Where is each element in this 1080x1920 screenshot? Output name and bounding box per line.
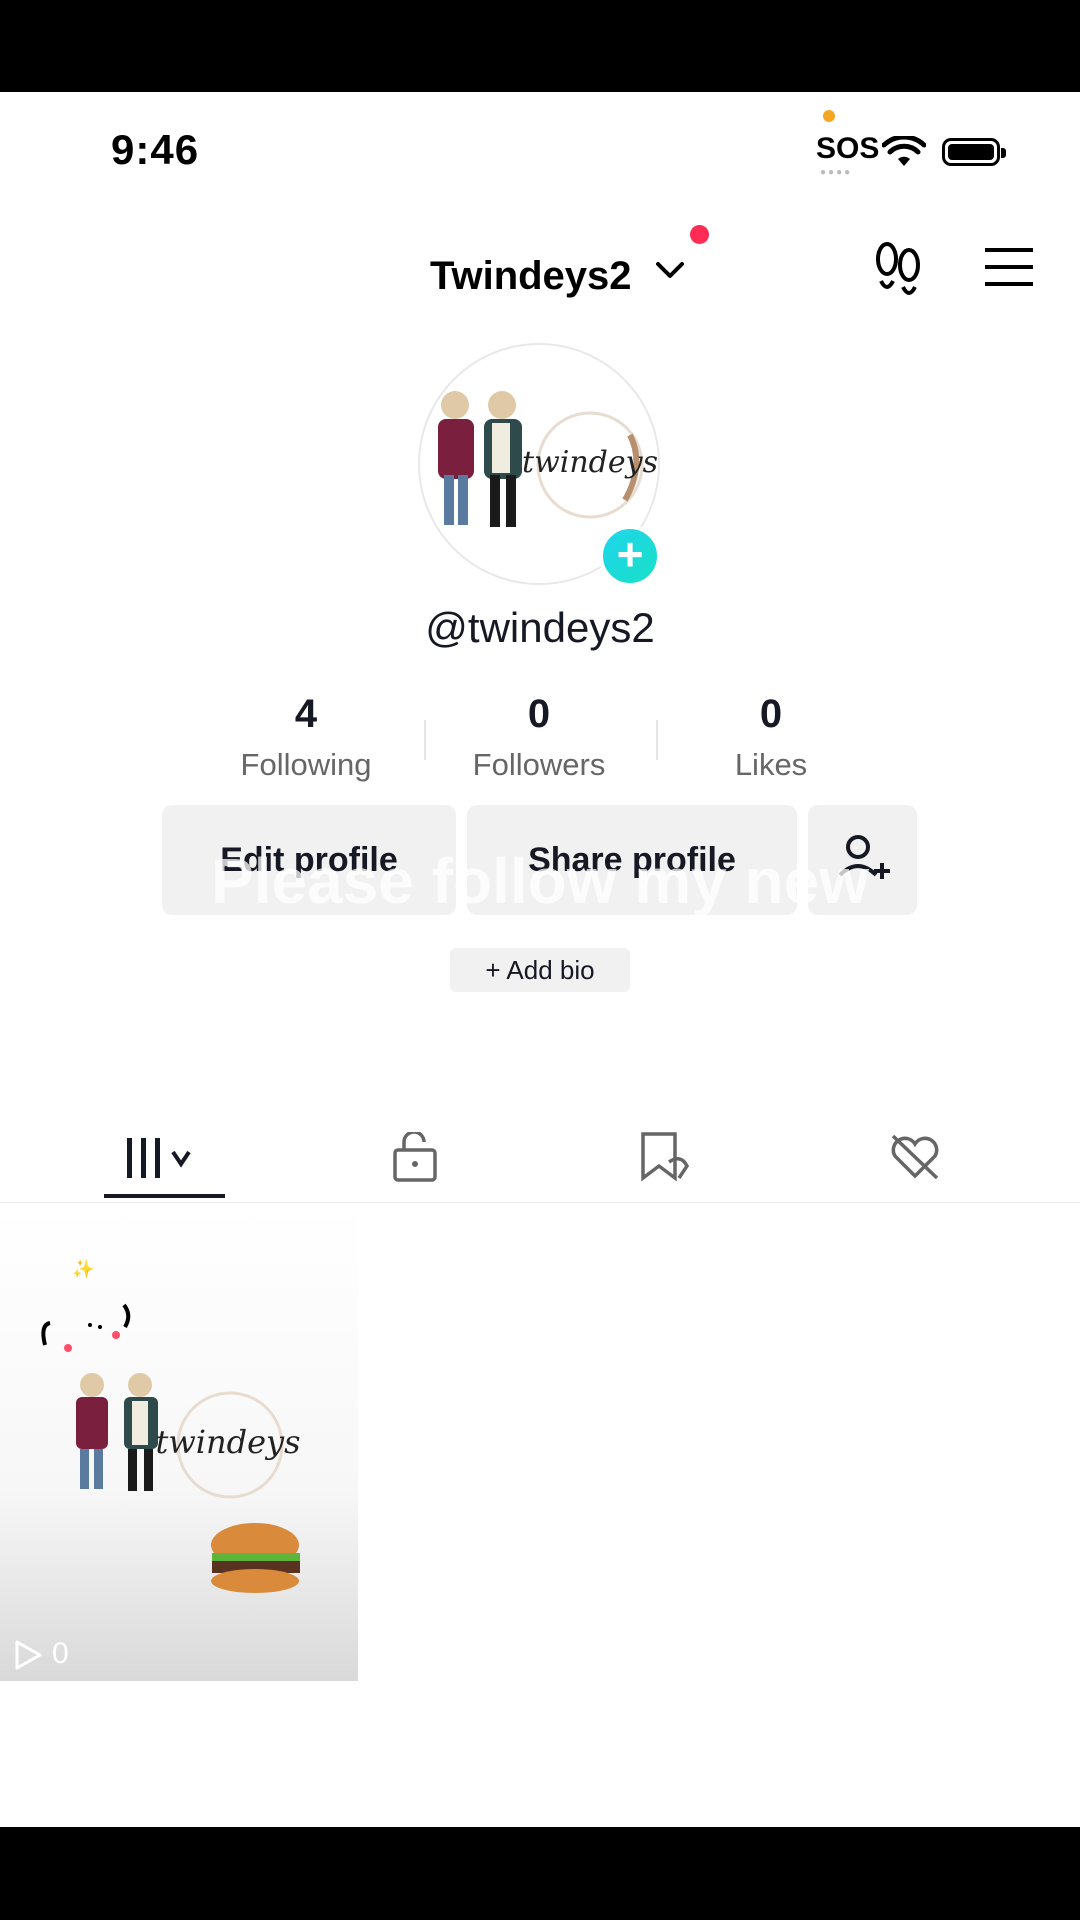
share-profile-button[interactable]: Share profile [467, 805, 797, 915]
svg-text:✨: ✨ [72, 1259, 94, 1279]
stat-divider [656, 720, 658, 760]
play-count-value: 0 [52, 1637, 69, 1670]
stat-following-label: Following [240, 747, 372, 782]
content-tabs [0, 1100, 1080, 1203]
add-bio-button[interactable]: + Add bio [450, 948, 630, 992]
videos-grid-icon [127, 1138, 191, 1178]
video-play-count: 0 [14, 1637, 69, 1671]
active-tab-indicator [104, 1194, 225, 1198]
battery-icon [942, 138, 1006, 166]
tab-videos[interactable] [105, 1100, 225, 1202]
stat-divider [424, 720, 426, 760]
tab-private[interactable] [355, 1100, 475, 1202]
bottom-letterbox [0, 1827, 1080, 1920]
liked-hidden-icon [891, 1134, 939, 1180]
bookmark-icon [641, 1132, 690, 1182]
add-avatar-button[interactable]: + [599, 525, 661, 587]
status-time: 9:46 [111, 126, 200, 173]
stat-following-value: 4 [294, 692, 318, 736]
profile-screen: 9:46 SOS ●●●● Twindeys2 twindeys + @twin… [0, 92, 1080, 1827]
thumbnail-logo-text: twindeys [155, 1423, 300, 1461]
add-friends-button[interactable] [808, 805, 917, 915]
stat-likes-value: 0 [759, 692, 783, 736]
stat-likes-label: Likes [734, 747, 808, 782]
menu-icon[interactable] [985, 248, 1033, 286]
profile-stats: 4 Following 0 Followers 0 Likes [0, 692, 1080, 802]
stat-followers-value: 0 [527, 692, 551, 736]
stat-followers[interactable]: 0 Followers [439, 692, 639, 783]
account-switcher-title[interactable]: Twindeys2 [430, 254, 632, 299]
signal-dots: ●●●● [820, 167, 853, 178]
add-user-icon [838, 835, 890, 879]
mic-indicator-dot [823, 110, 835, 122]
edit-profile-button[interactable]: Edit profile [162, 805, 456, 915]
video-thumbnail-art: ✨ twindeys [41, 1259, 301, 1593]
stat-likes[interactable]: 0 Likes [671, 692, 871, 783]
play-icon [15, 1640, 42, 1670]
status-bar: 9:46 SOS ●●●● [0, 92, 1080, 212]
stat-following[interactable]: 4 Following [206, 692, 406, 783]
stat-followers-label: Followers [472, 747, 606, 782]
notification-dot [690, 225, 709, 244]
footprint-icon[interactable] [872, 241, 924, 297]
profile-actions: Edit profile Share profile [0, 805, 1080, 915]
tab-favorites[interactable] [605, 1100, 725, 1202]
wifi-icon [882, 136, 926, 166]
profile-handle: @twindeys2 [425, 604, 655, 651]
sos-indicator: SOS [816, 132, 880, 165]
avatar-logo-text: twindeys [522, 445, 658, 480]
chevron-down-icon[interactable] [655, 260, 685, 282]
video-thumbnail[interactable]: ✨ twindeys 0 [0, 1205, 358, 1681]
tab-liked[interactable] [855, 1100, 975, 1202]
lock-icon [393, 1130, 437, 1182]
